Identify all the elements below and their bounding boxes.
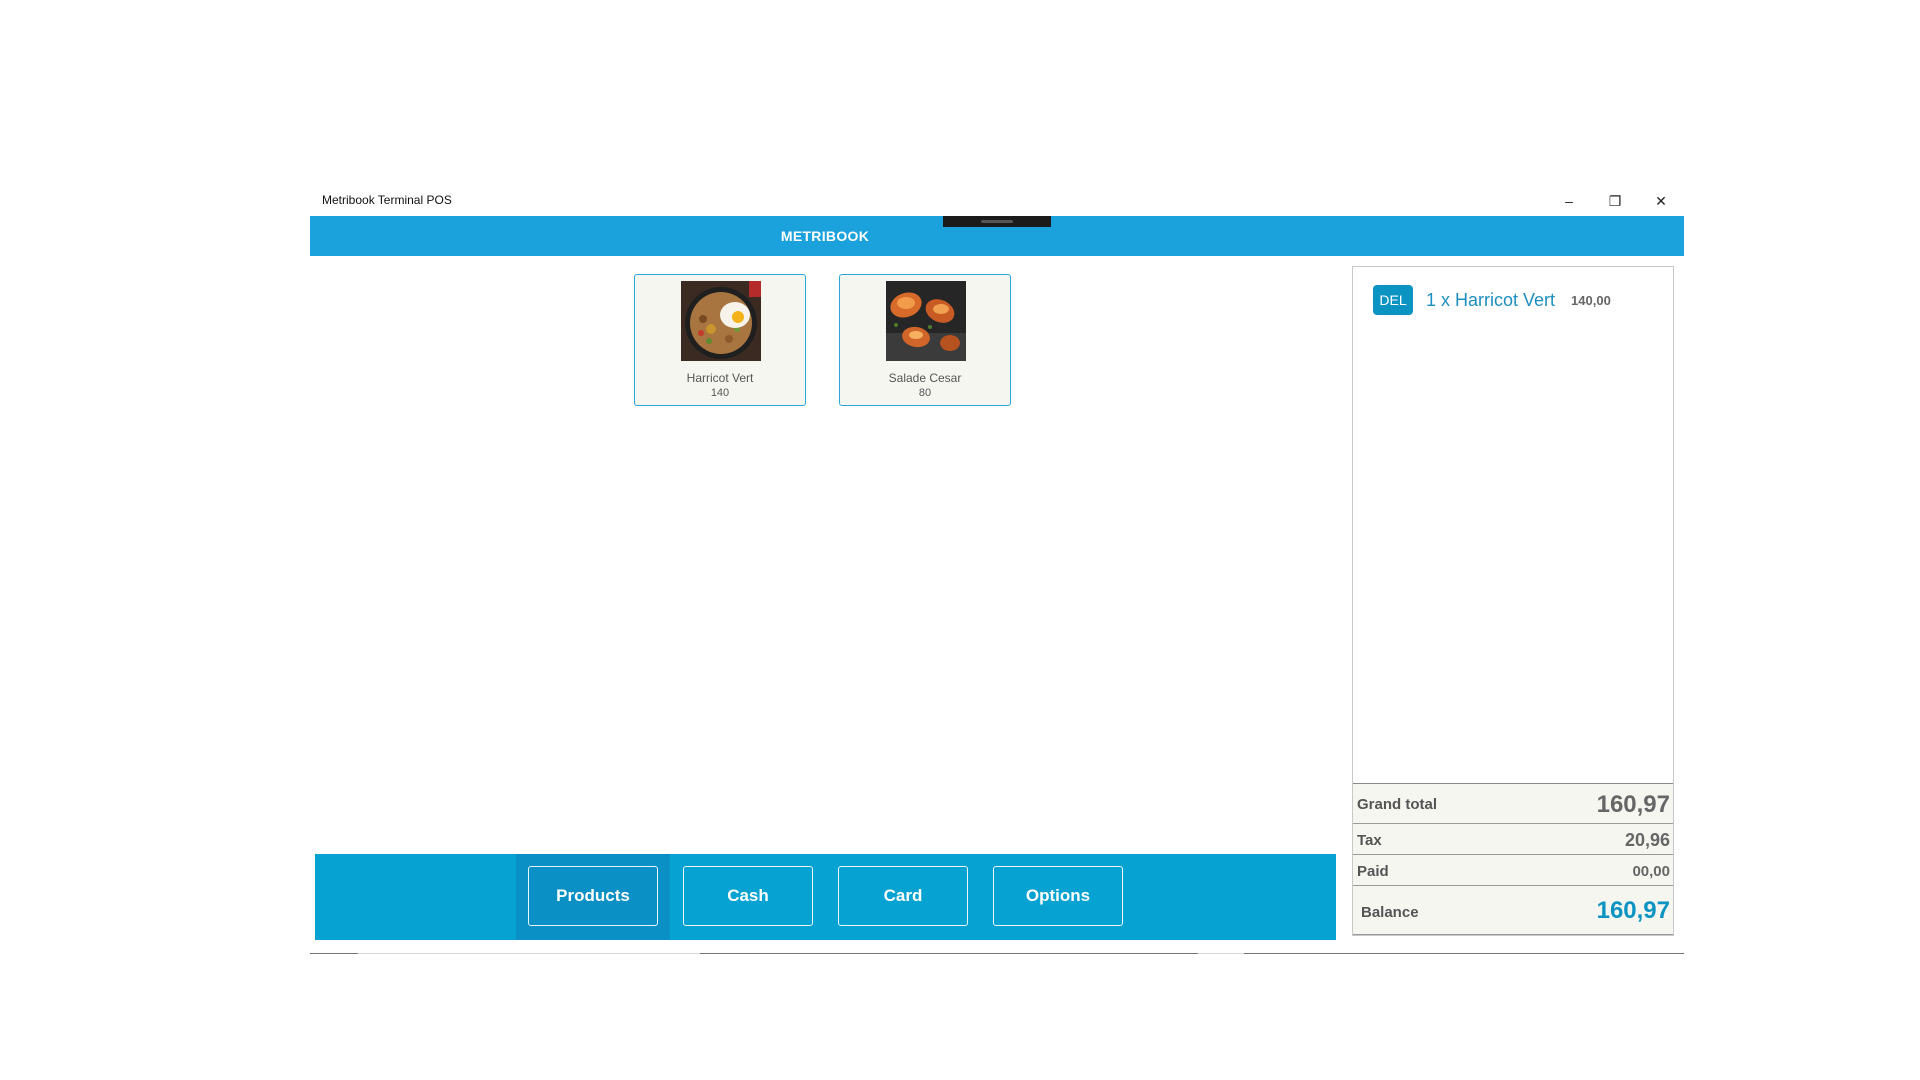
totals-table: Grand total 160,97 Tax 20,96 Paid 00,00 … xyxy=(1353,783,1673,935)
title-bar: Metribook Terminal POS – ❐ ✕ xyxy=(310,186,1684,216)
tax-value: 20,96 xyxy=(1624,830,1670,850)
grand-total-label: Grand total xyxy=(1357,796,1438,813)
balance-value: 160,97 xyxy=(1596,897,1670,924)
tax-row: Tax 20,96 xyxy=(1353,824,1673,855)
paid-label: Paid xyxy=(1357,863,1389,880)
cash-button[interactable]: Cash xyxy=(683,866,813,926)
paid-value: 00,00 xyxy=(1632,863,1670,880)
action-bar: Products Cash Card Options xyxy=(315,854,1336,940)
product-tile-salade-cesar[interactable]: Salade Cesar 80 xyxy=(839,274,1011,406)
options-button[interactable]: Options xyxy=(993,866,1123,926)
minimize-button[interactable]: – xyxy=(1546,186,1592,216)
status-strip-segment xyxy=(1198,953,1244,954)
brand-title: METRIBOOK xyxy=(780,228,870,244)
card-button[interactable]: Card xyxy=(838,866,968,926)
balance-row: Balance 160,97 xyxy=(1353,886,1673,935)
product-name: Harricot Vert xyxy=(686,371,754,385)
grilled-shrimp-photo-icon xyxy=(886,281,966,361)
delete-item-button[interactable]: DEL xyxy=(1373,285,1413,315)
product-price: 140 xyxy=(710,387,730,399)
maximize-button[interactable]: ❐ xyxy=(1592,186,1638,216)
order-line: DEL 1 x Harricot Vert 140,00 xyxy=(1373,285,1611,315)
window-title: Metribook Terminal POS xyxy=(322,193,452,207)
pos-window: Metribook Terminal POS – ❐ ✕ METRIBOOK H… xyxy=(310,186,1684,954)
status-strip xyxy=(310,953,1684,954)
product-grid: Harricot Vert 140 Salade Cesar 80 xyxy=(310,256,1340,836)
paid-row: Paid 00,00 xyxy=(1353,855,1673,886)
grand-total-value: 160,97 xyxy=(1596,791,1670,818)
product-price: 80 xyxy=(918,387,932,399)
fried-rice-egg-photo-icon xyxy=(681,281,761,361)
tax-label: Tax xyxy=(1357,832,1382,849)
drag-handle[interactable] xyxy=(943,216,1051,227)
order-item-amount: 140,00 xyxy=(1571,292,1611,308)
status-strip-segment xyxy=(358,953,700,954)
balance-label: Balance xyxy=(1361,904,1419,921)
receipt-panel: DEL 1 x Harricot Vert 140,00 Grand total… xyxy=(1352,266,1674,936)
product-tile-harricot-vert[interactable]: Harricot Vert 140 xyxy=(634,274,806,406)
close-button[interactable]: ✕ xyxy=(1638,186,1684,216)
products-button[interactable]: Products xyxy=(528,866,658,926)
brand-banner: METRIBOOK xyxy=(310,216,1684,256)
product-name: Salade Cesar xyxy=(888,371,962,385)
grand-total-row: Grand total 160,97 xyxy=(1353,784,1673,824)
order-item-description: 1 x Harricot Vert xyxy=(1426,289,1556,310)
